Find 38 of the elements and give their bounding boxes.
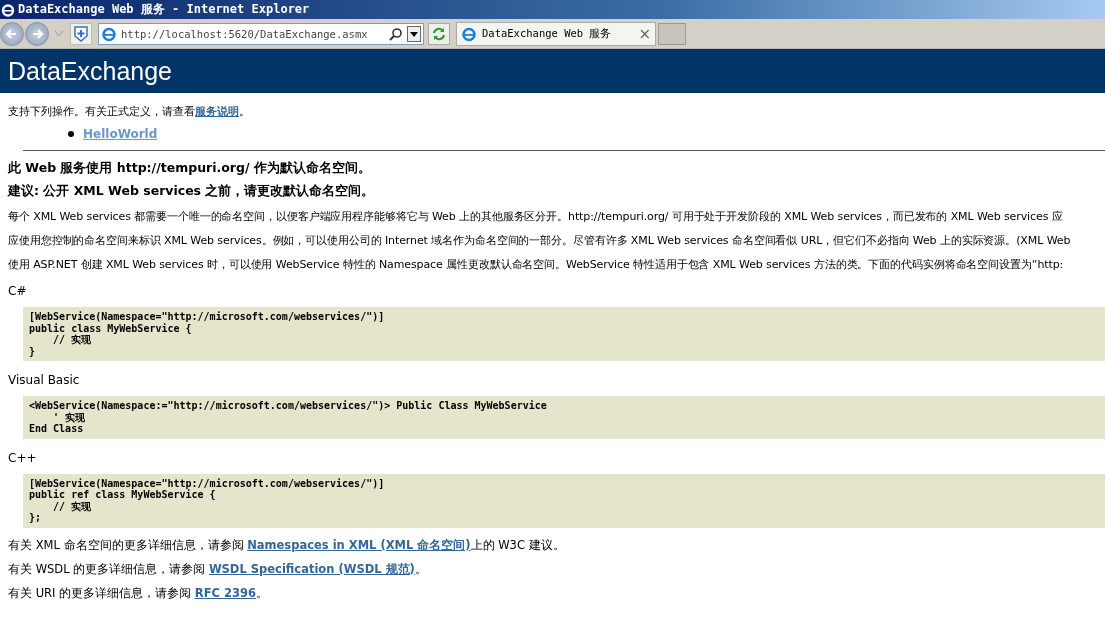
code-block: [WebService(Namespace="http://microsoft.com/webservices/")] public ref class MyWebService { // 实现 };	[23, 473, 1105, 528]
tab-title: DataExchange Web 服务	[482, 26, 613, 41]
browser-tab[interactable]: DataExchange Web 服务 ×	[456, 21, 656, 46]
close-tab-button[interactable]: ×	[638, 24, 651, 43]
reference-text: 有关 XML 命名空间的更多详细信息，请参阅 Namespaces in XML (XML 命名空间)上的 W3C 建议。	[8, 537, 566, 553]
address-field[interactable]: http://localhost:5620/DataExchange.asmx	[98, 22, 424, 45]
window-title: DataExchange Web 服务 - Internet Explorer	[18, 1, 310, 18]
recommendation-heading: 建议: 公开 XML Web services 之前，请更改默认命名空间。	[8, 183, 376, 200]
refresh-icon	[431, 25, 447, 42]
reference-link[interactable]: Namespaces in XML (XML 命名空间)	[247, 537, 471, 552]
page-heading: DataExchange	[8, 56, 172, 86]
reference-link[interactable]: WSDL Specification (WSDL 规范)	[208, 561, 415, 576]
dropdown-icon[interactable]	[407, 25, 421, 42]
paragraph-line: 每个 XML Web services 都需要一个唯一的命名空间，以便客户端应用程序能够将它与 Web 上的其他服务区分开。http://tempuri.org/ 可用于处于开发阶段的 XML Web services，而已发布的 XML Web services 应	[8, 209, 1064, 224]
code-block: [WebService(Namespace="http://microsoft.com/webservices/")] public class MyWebService { // 实现 }	[23, 307, 1105, 361]
service-description-link[interactable]: 服务说明	[195, 105, 239, 118]
language-label: C#	[8, 284, 28, 298]
browser-logo-icon	[1, 2, 15, 17]
language-label: Visual Basic	[8, 373, 81, 387]
reference-link[interactable]: RFC 2396	[194, 585, 256, 600]
code-block: <WebService(Namespace:="http://microsoft.com/webservices/")> Public Class MyWebService ' 实现 End Class	[23, 396, 1105, 439]
back-button[interactable]	[0, 21, 24, 46]
new-tab-button[interactable]	[658, 22, 686, 45]
paragraph-line: 使用 ASP.NET 创建 XML Web services 时，可以使用 WebService 特性的 Namespace 属性更改默认命名空间。WebService 特性适用于包含 XML Web services 方法的类。下面的代码实例将命名空间设置为“http:	[8, 257, 1065, 272]
page-icon	[461, 25, 477, 42]
favorites-button[interactable]	[70, 22, 92, 45]
notice-heading: 此 Web 服务使用 http://tempuri.org/ 作为默认命名空间。	[8, 160, 372, 177]
intro-text: 支持下列操作。有关正式定义，请查看服务说明。	[8, 104, 251, 119]
refresh-button[interactable]	[428, 22, 450, 45]
page-icon	[101, 25, 117, 42]
paragraph-line: 应使用您控制的命名空间来标识 XML Web services。例如，可以使用公司的 Internet 域名作为命名空间的一部分。尽管有许多 XML Web services 命名空间看似 URL，但它们不必指向 Web 上的实际资源。(XML Web	[8, 233, 1072, 248]
forward-button[interactable]	[25, 21, 49, 46]
language-label: C++	[8, 450, 38, 465]
bullet-icon	[68, 131, 74, 137]
shield-plus-icon	[74, 25, 88, 42]
reference-text: 有关 WSDL 的更多详细信息，请参阅 WSDL Specification (WSDL 规范)。	[8, 561, 428, 577]
reference-text: 有关 URI 的更多详细信息，请参阅 RFC 2396。	[8, 585, 269, 601]
search-icon[interactable]	[389, 26, 403, 41]
